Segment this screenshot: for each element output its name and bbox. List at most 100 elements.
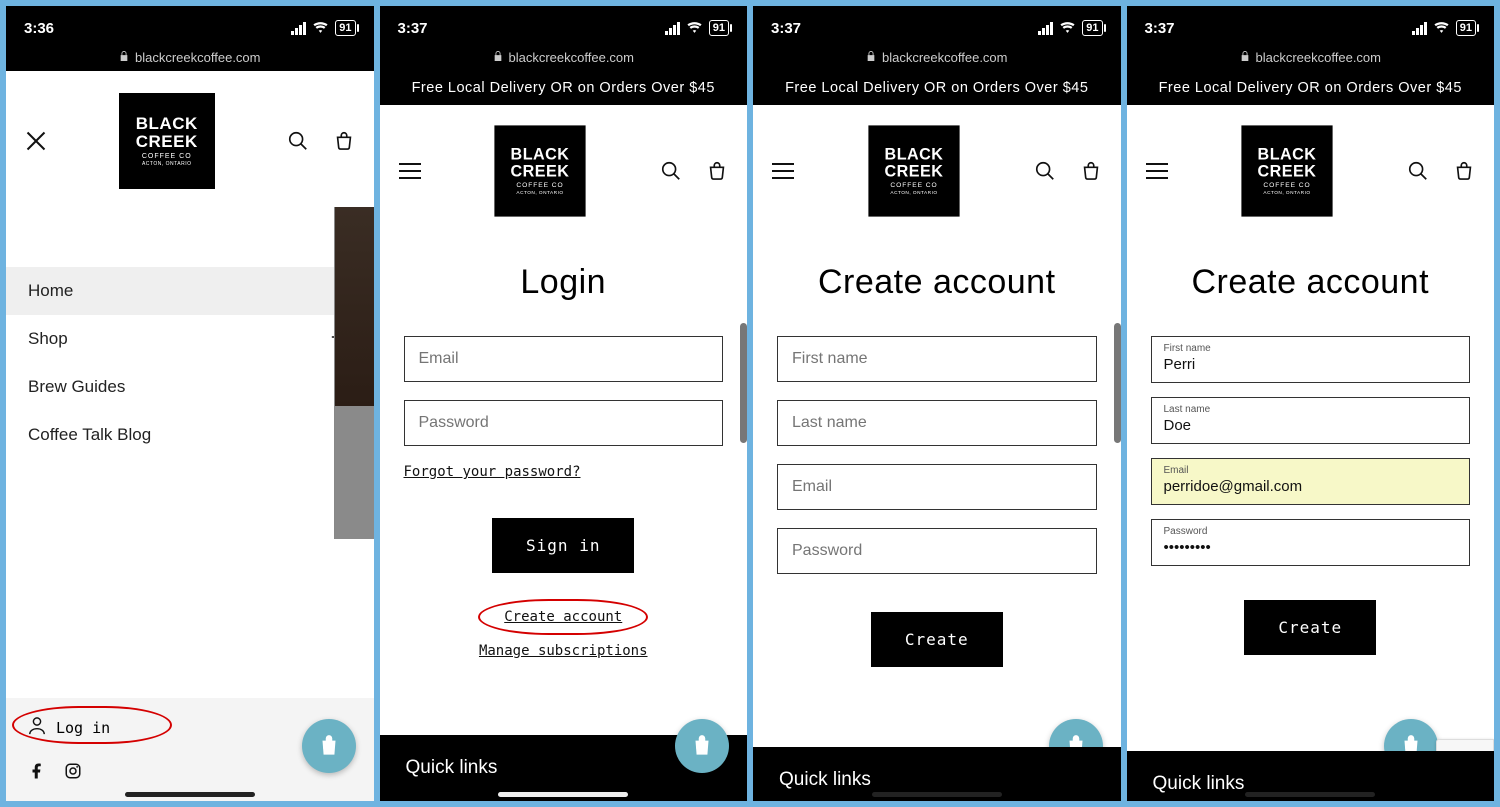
wishlist-fab[interactable] bbox=[302, 719, 356, 773]
logo-line3: ACTON, ONTARIO bbox=[142, 162, 192, 167]
menu-label: Shop bbox=[28, 329, 68, 349]
last-name-input[interactable] bbox=[1164, 417, 1458, 434]
menu-label: Home bbox=[28, 281, 73, 301]
menu-item-home[interactable]: Home bbox=[6, 267, 374, 315]
url-host: blackcreekcoffee.com bbox=[135, 50, 261, 65]
password-field[interactable]: Password bbox=[1151, 519, 1471, 566]
shop-header: BLACK CREEK COFFEE CO ACTON, ONTARIO bbox=[6, 71, 374, 207]
social-icons bbox=[28, 762, 352, 785]
search-icon[interactable] bbox=[657, 157, 685, 185]
email-input[interactable] bbox=[419, 350, 709, 368]
url-host: blackcreekcoffee.com bbox=[882, 50, 1008, 65]
login-label: Log in bbox=[56, 719, 110, 737]
first-name-field[interactable]: First name bbox=[1151, 336, 1471, 383]
cart-icon[interactable] bbox=[703, 157, 731, 185]
last-name-field[interactable]: Last name bbox=[1151, 397, 1471, 444]
logo-line1: BLACK CREEK bbox=[868, 146, 959, 180]
wifi-icon bbox=[312, 20, 329, 37]
brand-logo[interactable]: BLACK CREEK COFFEE CO ACTON, ONTARIO bbox=[495, 125, 586, 216]
page-title: Create account bbox=[753, 263, 1121, 302]
signal-icon bbox=[665, 22, 680, 35]
create-account-link[interactable]: Create account bbox=[504, 609, 622, 625]
url-bar: blackcreekcoffee.com bbox=[1127, 50, 1495, 71]
menu-list: Home Shop Brew Guides Coffee Talk Blog bbox=[6, 267, 374, 459]
search-icon[interactable] bbox=[1404, 157, 1432, 185]
email-field[interactable] bbox=[777, 464, 1097, 510]
menu-item-shop[interactable]: Shop bbox=[6, 315, 374, 363]
search-icon[interactable] bbox=[1031, 157, 1059, 185]
email-label: Email bbox=[1164, 465, 1458, 476]
lock-icon bbox=[1240, 50, 1250, 65]
login-main: Login Forgot your password? Sign in Crea… bbox=[380, 229, 748, 801]
screen-create-account-filled: 3:37 91 blackcreekcoffee.com Free Local … bbox=[1127, 6, 1495, 801]
signal-icon bbox=[1412, 22, 1427, 35]
menu-item-coffee-talk-blog[interactable]: Coffee Talk Blog bbox=[6, 411, 374, 459]
password-input[interactable] bbox=[419, 414, 709, 432]
shop-header: BLACK CREEK COFFEE CO ACTON, ONTARIO bbox=[380, 105, 748, 229]
home-indicator bbox=[1245, 792, 1375, 797]
url-bar: blackcreekcoffee.com bbox=[753, 50, 1121, 71]
signal-icon bbox=[291, 22, 306, 35]
brand-logo[interactable]: BLACK CREEK COFFEE CO ACTON, ONTARIO bbox=[1242, 125, 1333, 216]
hamburger-icon[interactable] bbox=[769, 157, 797, 185]
scrollbar[interactable] bbox=[740, 323, 747, 443]
instagram-icon[interactable] bbox=[64, 762, 82, 785]
announcement-bar: Free Local Delivery OR on Orders Over $4… bbox=[753, 71, 1121, 105]
cart-icon[interactable] bbox=[330, 127, 358, 155]
email-input[interactable] bbox=[1164, 478, 1458, 495]
sign-in-button[interactable]: Sign in bbox=[492, 518, 634, 573]
screen-login: 3:37 91 blackcreekcoffee.com Free Local … bbox=[380, 6, 748, 801]
password-field[interactable] bbox=[777, 528, 1097, 574]
wishlist-fab[interactable] bbox=[675, 719, 729, 773]
forgot-password-link[interactable]: Forgot your password? bbox=[404, 464, 724, 480]
battery-level: 91 bbox=[335, 20, 355, 36]
create-main: Create account First name Last name Emai… bbox=[1127, 229, 1495, 801]
first-name-field[interactable] bbox=[777, 336, 1097, 382]
announcement-bar: Free Local Delivery OR on Orders Over $4… bbox=[1127, 71, 1495, 105]
logo-line3: ACTON, ONTARIO bbox=[1264, 191, 1311, 196]
menu-item-brew-guides[interactable]: Brew Guides bbox=[6, 363, 374, 411]
cart-icon[interactable] bbox=[1077, 157, 1105, 185]
login-form: Forgot your password? Sign in Create acc… bbox=[380, 336, 748, 659]
battery-level: 91 bbox=[1456, 20, 1476, 36]
email-field[interactable] bbox=[404, 336, 724, 382]
lock-icon bbox=[866, 50, 876, 65]
last-name-input[interactable] bbox=[792, 414, 1082, 432]
status-bar: 3:37 91 bbox=[1127, 6, 1495, 50]
password-input[interactable] bbox=[792, 542, 1082, 560]
battery-level: 91 bbox=[709, 20, 729, 36]
status-time: 3:37 bbox=[398, 20, 428, 37]
scrollbar[interactable] bbox=[1114, 323, 1121, 443]
status-right: 91 bbox=[665, 20, 729, 37]
cart-icon[interactable] bbox=[1450, 157, 1478, 185]
logo-line2: COFFEE CO bbox=[142, 153, 192, 160]
logo-line1: BLACK CREEK bbox=[119, 115, 215, 151]
create-button[interactable]: Create bbox=[871, 612, 1003, 667]
email-field[interactable]: Email bbox=[1151, 458, 1471, 505]
url-bar: blackcreekcoffee.com bbox=[6, 50, 374, 71]
create-button[interactable]: Create bbox=[1244, 600, 1376, 655]
first-name-input[interactable] bbox=[1164, 356, 1458, 373]
last-name-field[interactable] bbox=[777, 400, 1097, 446]
brand-logo[interactable]: BLACK CREEK COFFEE CO ACTON, ONTARIO bbox=[868, 125, 959, 216]
close-icon[interactable] bbox=[22, 127, 50, 155]
password-input[interactable] bbox=[1164, 539, 1458, 556]
manage-subscriptions-link[interactable]: Manage subscriptions bbox=[479, 643, 648, 659]
password-field[interactable] bbox=[404, 400, 724, 446]
search-icon[interactable] bbox=[284, 127, 312, 155]
url-host: blackcreekcoffee.com bbox=[509, 50, 635, 65]
first-name-input[interactable] bbox=[792, 350, 1082, 368]
page-title: Create account bbox=[1127, 263, 1495, 302]
password-label: Password bbox=[1164, 526, 1458, 537]
logo-line2: COFFEE CO bbox=[517, 182, 564, 189]
status-right: 91 bbox=[291, 20, 355, 37]
hamburger-icon[interactable] bbox=[1143, 157, 1171, 185]
menu-label: Brew Guides bbox=[28, 377, 125, 397]
facebook-icon[interactable] bbox=[28, 762, 46, 785]
logo-line2: COFFEE CO bbox=[1264, 182, 1311, 189]
auth-links: Create account Manage subscriptions bbox=[404, 609, 724, 659]
email-input[interactable] bbox=[792, 478, 1082, 496]
hamburger-icon[interactable] bbox=[396, 157, 424, 185]
brand-logo[interactable]: BLACK CREEK COFFEE CO ACTON, ONTARIO bbox=[119, 93, 215, 189]
announcement-bar: Free Local Delivery OR on Orders Over $4… bbox=[380, 71, 748, 105]
